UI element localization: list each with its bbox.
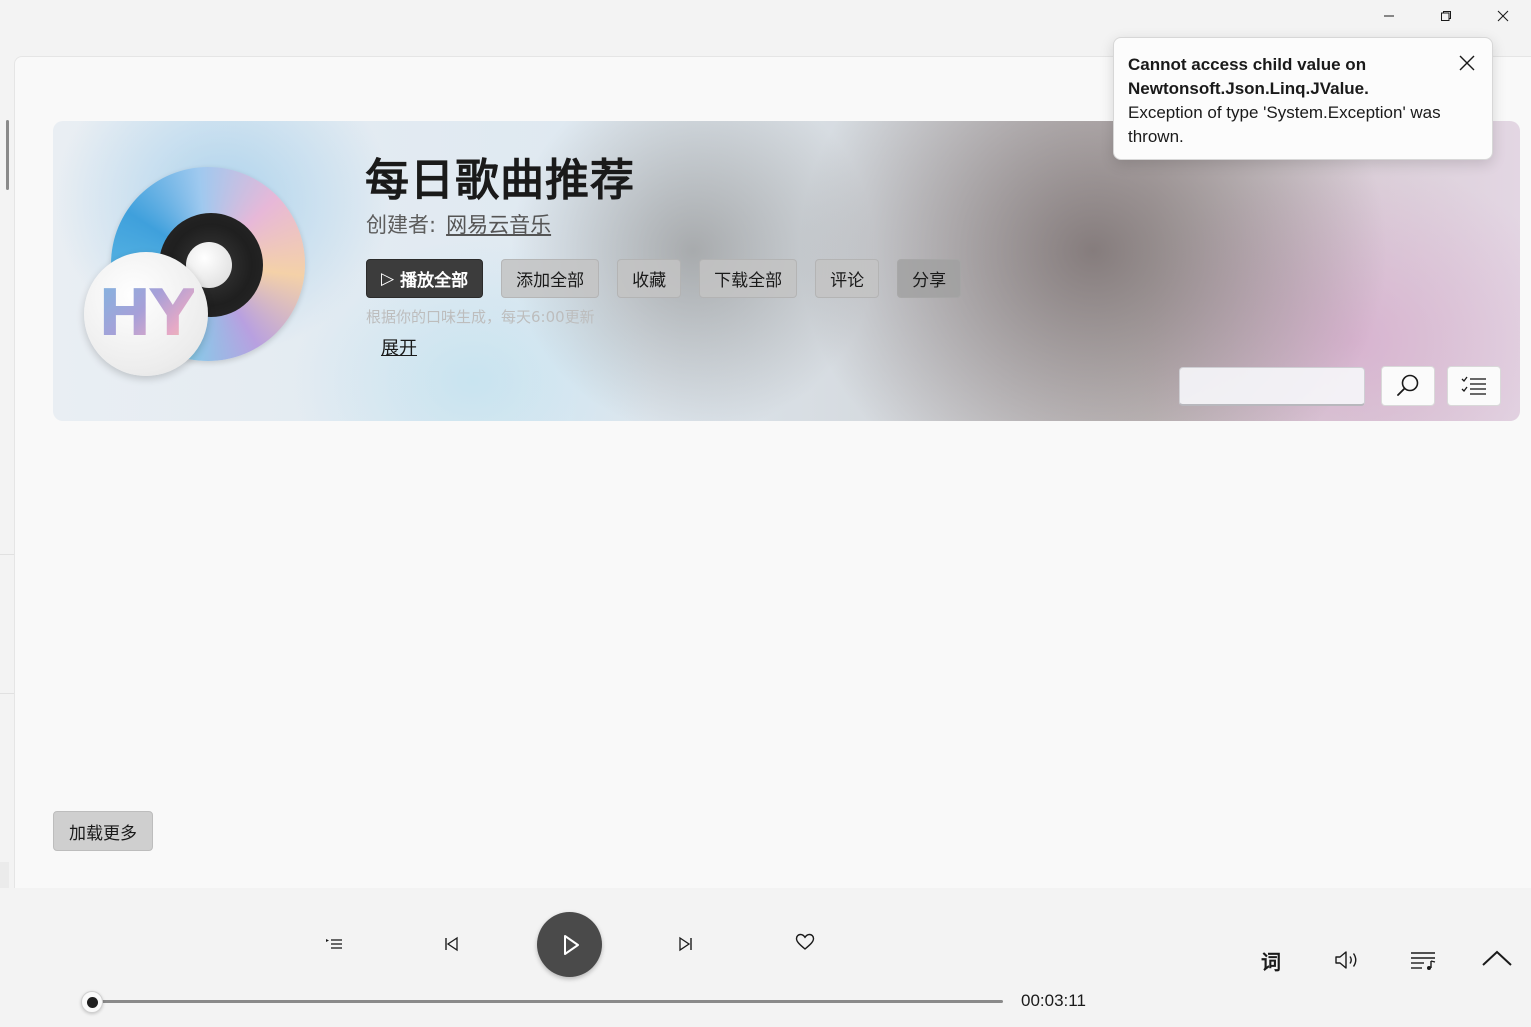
list-icon	[1461, 376, 1486, 395]
volume-icon	[1335, 951, 1357, 969]
close-icon	[1497, 10, 1508, 22]
multi-select-button[interactable]	[1447, 366, 1501, 406]
toast-title: Cannot access child value on Newtonsoft.…	[1128, 55, 1369, 98]
next-button[interactable]	[662, 920, 710, 968]
app-logo-text: HY	[98, 277, 196, 351]
sidebar-divider	[0, 554, 14, 555]
sidebar-edge-tab[interactable]	[0, 862, 9, 888]
next-icon	[679, 936, 692, 952]
expand-link[interactable]: 展开	[381, 334, 417, 360]
search-input[interactable]	[1179, 367, 1365, 406]
playlist-description: 根据你的口味生成，每天6:00更新	[366, 308, 595, 326]
volume-button[interactable]	[1327, 940, 1367, 980]
chevron-up-icon	[1482, 950, 1512, 966]
player-bar: 00:03:11 词	[0, 888, 1531, 1027]
error-toast: Cannot access child value on Newtonsoft.…	[1113, 37, 1493, 160]
playlist-icon	[326, 939, 342, 949]
expand-player-button[interactable]	[1477, 938, 1517, 978]
add-all-button[interactable]: 添加全部	[501, 259, 600, 298]
play-all-button[interactable]: ▷ 播放全部	[366, 259, 484, 298]
favorite-button[interactable]: 收藏	[617, 259, 682, 298]
restore-icon	[1440, 11, 1451, 21]
play-all-label: 播放全部	[400, 271, 469, 291]
minimize-button[interactable]	[1360, 0, 1417, 32]
toast-message: Exception of type 'System.Exception' was…	[1128, 103, 1441, 146]
playlist-button[interactable]	[310, 920, 358, 968]
like-button[interactable]	[781, 918, 829, 966]
progress-thumb[interactable]	[81, 991, 103, 1013]
play-all-icon: ▷	[381, 268, 395, 289]
load-more-button[interactable]: 加载更多	[53, 811, 153, 851]
track-duration: 00:03:11	[1021, 991, 1086, 1010]
album-art: HY	[84, 165, 314, 380]
previous-icon	[445, 936, 458, 952]
search-icon	[1397, 374, 1419, 396]
restore-button[interactable]	[1417, 0, 1474, 32]
minimize-icon	[1383, 15, 1394, 17]
sidebar-divider	[0, 693, 14, 694]
creator-label: 创建者:	[366, 213, 437, 237]
play-button[interactable]	[537, 912, 602, 977]
comments-button[interactable]: 评论	[815, 259, 880, 298]
play-icon	[563, 934, 579, 955]
sidebar-scrollbar[interactable]	[6, 120, 9, 190]
heart-icon	[795, 933, 815, 950]
lyrics-button[interactable]: 词	[1251, 940, 1291, 980]
download-all-button[interactable]: 下载全部	[699, 259, 798, 298]
queue-button[interactable]	[1403, 940, 1443, 980]
progress-track[interactable]	[92, 1000, 1003, 1003]
close-icon[interactable]	[1458, 54, 1476, 72]
playlist-creator: 创建者: 网易云音乐	[366, 209, 551, 239]
queue-icon	[1411, 952, 1436, 970]
playlist-title: 每日歌曲推荐	[365, 155, 635, 206]
playlist-actions: ▷ 播放全部 添加全部 收藏 下载全部 评论 分享	[366, 259, 962, 298]
share-button[interactable]: 分享	[897, 259, 962, 298]
close-window-button[interactable]	[1474, 0, 1531, 32]
creator-link[interactable]: 网易云音乐	[446, 209, 551, 239]
app-logo-badge: HY	[84, 252, 208, 376]
window-controls	[1360, 0, 1531, 32]
search-button[interactable]	[1381, 366, 1435, 406]
previous-button[interactable]	[427, 920, 475, 968]
